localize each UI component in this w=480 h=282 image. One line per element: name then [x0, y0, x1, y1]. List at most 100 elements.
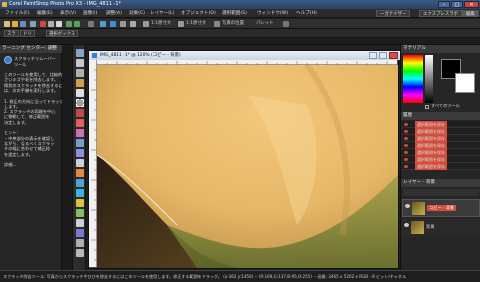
history-item[interactable]: 選択範囲を保存	[402, 156, 480, 163]
rotate-icon[interactable]	[88, 21, 94, 27]
layers-toolbar	[403, 189, 479, 196]
background-color-swatch[interactable]	[455, 73, 475, 93]
all-tools-label: すべてのツール	[431, 103, 460, 108]
crop-tool-icon[interactable]	[76, 79, 84, 87]
panel-gutter	[62, 45, 72, 270]
layer-thumbnail	[411, 221, 424, 234]
doc-minimize-button[interactable]	[369, 52, 377, 59]
learning-center-body: このツールを使用して、比較的小 さいキズや毛を除去します。 線状のスクラッチを除去す…	[0, 72, 66, 262]
undo-icon[interactable]	[66, 21, 72, 27]
tool-icon	[4, 56, 12, 64]
maximize-button[interactable]: □	[451, 1, 463, 8]
red-eye-tool-icon[interactable]	[76, 119, 84, 127]
document-icon	[92, 53, 97, 58]
menu-image[interactable]: 画像(I)	[83, 9, 97, 18]
move-tool-icon[interactable]	[76, 89, 84, 97]
history-item[interactable]: 選択範囲を保存	[402, 142, 480, 149]
text-tool-icon[interactable]	[76, 219, 84, 227]
cut-icon[interactable]	[40, 21, 46, 27]
dropper-tool-icon[interactable]	[76, 109, 84, 117]
scratch-remover-tool-icon[interactable]	[76, 149, 84, 157]
menu-window[interactable]: ウィンドウ(W)	[257, 9, 288, 18]
preset-shape-tool-icon[interactable]	[76, 229, 84, 237]
express-lab-button[interactable]: エクスプレスラボ	[419, 10, 462, 17]
clone-tool-icon[interactable]	[76, 139, 84, 147]
straighten-icon[interactable]	[130, 21, 136, 27]
history-item[interactable]: 選択範囲を保存	[402, 135, 480, 142]
menu-objects[interactable]: オブジェクト(O)	[181, 9, 216, 18]
visibility-icon	[404, 137, 408, 140]
copy-icon[interactable]	[48, 21, 54, 27]
main-toolbar: 1:1原寸大 1:1原寸大 写真の位置 パレット	[0, 19, 480, 29]
minimize-button[interactable]: –	[438, 1, 450, 8]
fill-tool-icon[interactable]	[76, 189, 84, 197]
crop-icon[interactable]	[120, 21, 126, 27]
all-tools-checkbox[interactable]	[425, 105, 429, 109]
eraser-tool-icon[interactable]	[76, 179, 84, 187]
deform-tool-icon[interactable]	[76, 69, 84, 77]
menu-effects[interactable]: 効果(C)	[129, 9, 145, 18]
menu-bar: ファイル(F) 編集(E) 表示(V) 画像(I) 調整(A) 効果(C) レイ…	[0, 9, 480, 18]
new-icon[interactable]	[4, 21, 10, 27]
pan-tool-icon[interactable]	[76, 49, 84, 57]
eye-icon[interactable]	[405, 204, 410, 208]
color-spectrum[interactable]	[403, 55, 423, 103]
layers-header: レイヤー - 背景	[401, 179, 480, 187]
photo-canvas[interactable]	[97, 65, 398, 268]
edit-tab-button[interactable]: 編集	[462, 10, 479, 17]
makeover-tool-icon[interactable]	[76, 129, 84, 137]
menu-adjust[interactable]: 調整(A)	[106, 9, 122, 18]
learning-center-line: 決定します。	[4, 119, 29, 125]
redo-icon[interactable]	[74, 21, 80, 27]
option-tab-2[interactable]: ドリ	[20, 30, 35, 37]
brush-tool-icon[interactable]	[76, 159, 84, 167]
history-item[interactable]: 選択範囲を保存	[402, 121, 480, 128]
menu-help[interactable]: ヘルプ(H)	[296, 9, 317, 18]
picture-tube-tool-icon[interactable]	[76, 209, 84, 217]
warp-tool-icon[interactable]	[76, 249, 84, 257]
selection-tool-icon[interactable]	[76, 99, 84, 107]
learning-center-line[interactable]: 詳細...	[4, 162, 16, 167]
menu-layers[interactable]: レイヤー(L)	[150, 9, 174, 18]
history-item[interactable]: 選択範囲を保存	[402, 128, 480, 135]
save-icon[interactable]	[20, 21, 26, 27]
smart-fix-icon[interactable]	[110, 21, 116, 27]
lighten-darken-tool-icon[interactable]	[76, 169, 84, 177]
close-button[interactable]: ✕	[464, 1, 479, 8]
lightness-strip[interactable]	[425, 55, 433, 103]
zoom-actual-1[interactable]: 1:1原寸大	[151, 19, 171, 29]
palette-dropdown[interactable]: パレット	[256, 19, 274, 29]
selection-box-dropdown[interactable]: 選択ボックス	[46, 30, 79, 37]
history-item[interactable]: 選択範囲を保存	[402, 163, 480, 170]
paste-icon[interactable]	[56, 21, 62, 27]
menu-selections[interactable]: 選択範囲(S)	[222, 9, 247, 18]
menu-file[interactable]: ファイル(F)	[5, 9, 30, 18]
history-item[interactable]: 選択範囲を保存	[402, 149, 480, 156]
app-icon	[2, 2, 7, 7]
open-icon[interactable]	[12, 21, 18, 27]
menu-edit[interactable]: 編集(E)	[37, 9, 53, 18]
window-title: Corel PaintShop Photo Pro X3 - IMG_4811 …	[9, 1, 122, 7]
color-replacer-tool-icon[interactable]	[76, 199, 84, 207]
zoom-tool-icon[interactable]	[76, 59, 84, 67]
print-icon[interactable]	[30, 21, 36, 27]
enhance-icon[interactable]	[100, 21, 106, 27]
zoom-icon[interactable]	[143, 21, 149, 27]
doc-close-button[interactable]	[389, 52, 398, 59]
layer-row[interactable]: 背景	[402, 219, 480, 237]
organizer-button[interactable]: ーガナイザー	[376, 10, 411, 17]
doc-maximize-button[interactable]	[379, 52, 387, 59]
option-tab-1[interactable]: スラ	[4, 30, 19, 37]
fit-window-icon[interactable]	[214, 21, 220, 27]
photo-position-label[interactable]: 写真の位置	[222, 19, 244, 29]
chevron-down-icon[interactable]	[283, 21, 289, 27]
menu-view[interactable]: 表示(V)	[60, 9, 76, 18]
layer-row[interactable]: コピー - 背景	[402, 199, 480, 217]
visibility-icon	[404, 158, 408, 161]
tool-options-bar: スラ ドリ 選択ボックス	[0, 29, 480, 38]
zoom-fit-icon[interactable]	[178, 21, 184, 27]
zoom-actual-2[interactable]: 1:1原寸大	[186, 19, 206, 29]
pen-tool-icon[interactable]	[76, 239, 84, 247]
status-bar: スクラッチ除去ツール: 写真からスクラッチやひびを除去するにはこのツールを使用し…	[0, 270, 480, 282]
eye-icon[interactable]	[404, 223, 409, 227]
